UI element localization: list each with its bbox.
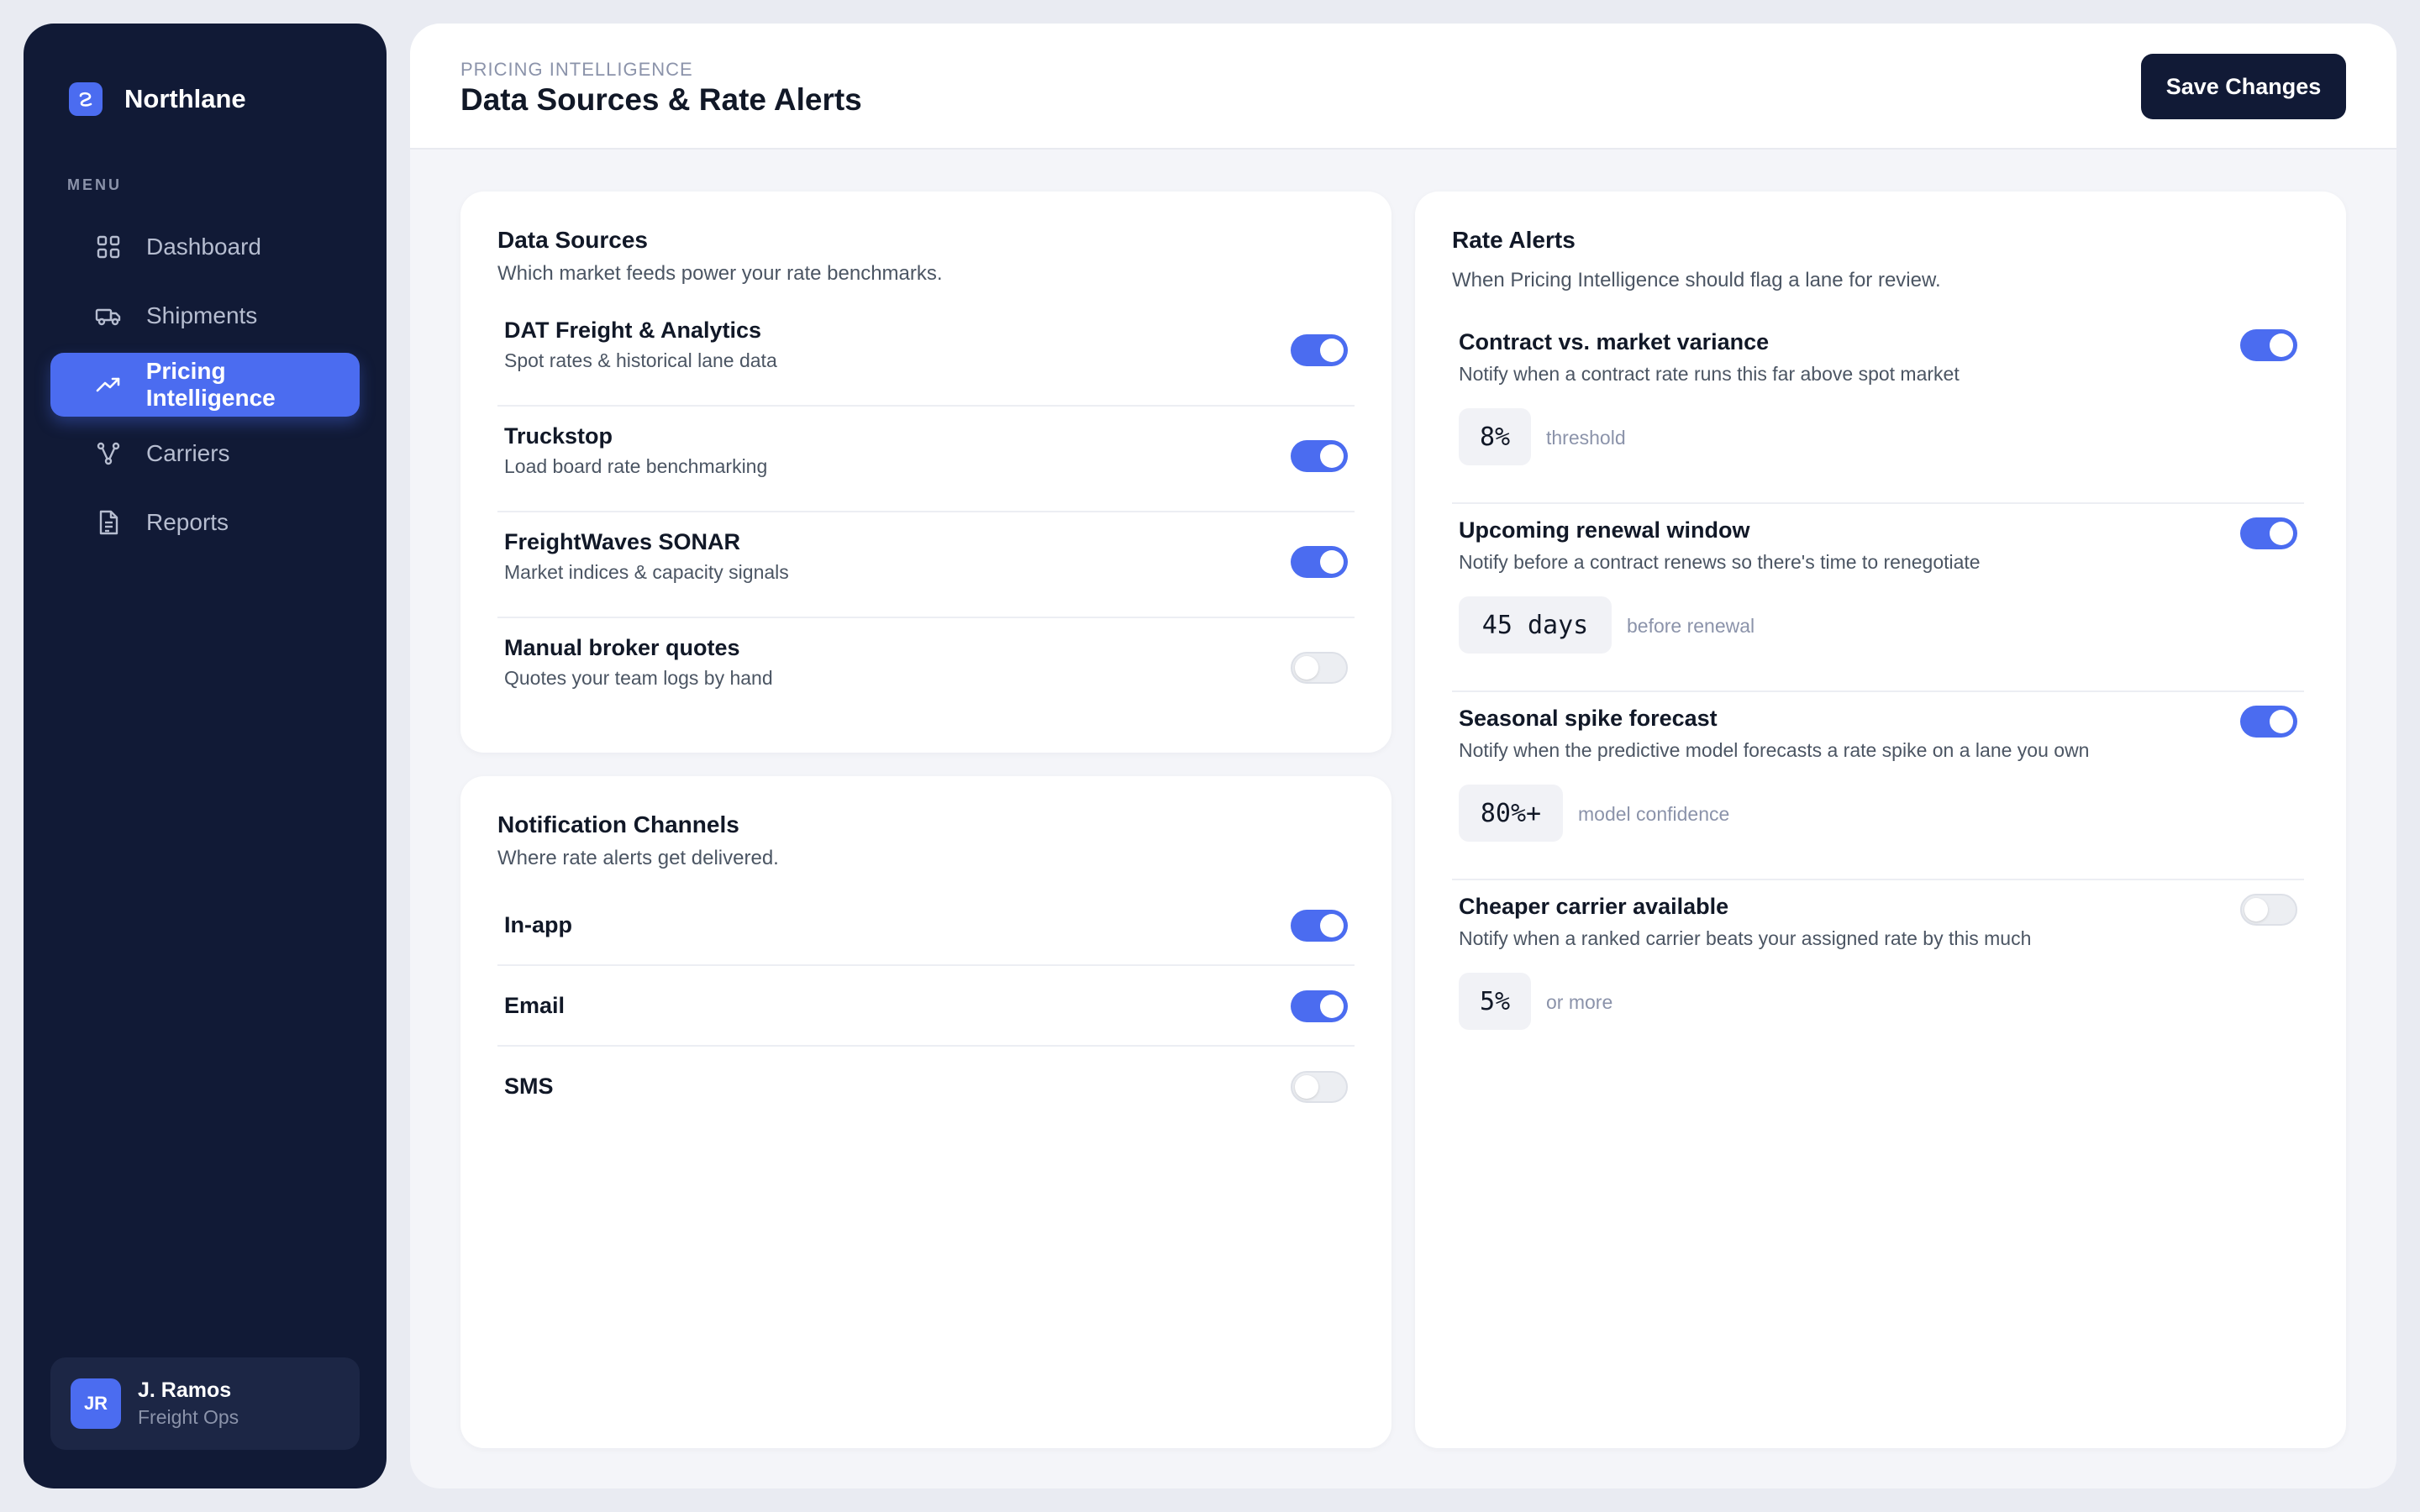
rate-alert-desc: Notify before a contract renews so there… [1459,551,1981,573]
sidebar-item-dashboard[interactable]: Dashboard [50,215,360,279]
channel-toggle[interactable] [1291,990,1348,1022]
savings-threshold-input[interactable]: 5% [1459,973,1531,1030]
rate-alerts-card: Rate Alerts When Pricing Intelligence sh… [1415,192,2346,1448]
user-name: J. Ramos [138,1378,232,1402]
card-subtitle: Where rate alerts get delivered. [497,847,779,869]
data-source-name: Truckstop [504,423,613,449]
truck-icon [94,302,123,330]
rate-alert-desc: Notify when the predictive model forecas… [1459,739,2090,761]
brand[interactable]: Northlane [69,82,246,116]
brand-name: Northlane [124,84,246,113]
threshold-suffix: threshold [1546,427,1626,449]
network-icon [94,439,123,468]
rate-alert-toggle[interactable] [2240,329,2297,361]
sidebar-item-label: Pricing Intelligence [145,358,276,411]
data-source-row: Manual broker quotes Quotes your team lo… [497,618,1355,724]
rate-alert-desc: Notify when a contract rate runs this fa… [1459,363,1960,385]
data-source-row: FreightWaves SONAR Market indices & capa… [497,512,1355,618]
data-source-desc: Load board rate benchmarking [504,455,768,477]
sidebar-item-label: Carriers [146,440,230,466]
rate-alert-name: Cheaper carrier available [1459,894,1729,919]
rate-alert-toggle[interactable] [2240,706,2297,738]
card-title: Notification Channels [497,811,739,837]
rate-alert-toggle[interactable] [2240,894,2297,926]
channel-row: SMS [497,1047,1355,1127]
sidebar-item-reports[interactable]: Reports [50,491,360,554]
avatar: JR [71,1378,121,1429]
notification-channels-card: Notification Channels Where rate alerts … [460,776,1392,1448]
page-title: Data Sources & Rate Alerts [460,82,862,117]
channel-row: Email [497,966,1355,1047]
rate-alert-name: Seasonal spike forecast [1459,706,1718,731]
rate-alert-row: Contract vs. market variance Notify when… [1452,316,2304,504]
user-role: Freight Ops [138,1406,239,1428]
sidebar-item-label: Dashboard [146,234,261,260]
channel-toggle[interactable] [1291,1071,1348,1103]
main-panel: PRICING INTELLIGENCE Data Sources & Rate… [410,24,2396,1488]
data-source-toggle[interactable] [1291,546,1348,578]
sidebar-item-label: Shipments [146,302,258,328]
sidebar-nav: Dashboard Shipments Pricing Intelligence [50,215,360,559]
data-source-desc: Market indices & capacity signals [504,561,789,583]
channel-name: Email [504,993,566,1018]
sidebar: Northlane MENU Dashboard Shipments Prici… [24,24,387,1488]
renewal-days-suffix: before renewal [1627,615,1755,637]
page-header: PRICING INTELLIGENCE Data Sources & Rate… [410,24,2396,150]
rate-alert-toggle[interactable] [2240,517,2297,549]
data-sources-card: Data Sources Which market feeds power yo… [460,192,1392,753]
savings-threshold-suffix: or more [1546,991,1613,1013]
channel-name: In-app [504,912,572,937]
rate-alert-name: Upcoming renewal window [1459,517,1750,543]
save-changes-button[interactable]: Save Changes [2141,54,2346,119]
grid-icon [94,233,123,261]
confidence-input[interactable]: 80%+ [1459,785,1563,842]
data-source-toggle[interactable] [1291,440,1348,472]
threshold-input[interactable]: 8% [1459,408,1531,465]
channel-toggle[interactable] [1291,910,1348,942]
data-source-name: Manual broker quotes [504,635,740,660]
trending-up-icon [94,370,123,399]
user-card[interactable]: JR J. Ramos Freight Ops [50,1357,360,1450]
card-title: Data Sources [497,227,648,253]
data-source-row: Truckstop Load board rate benchmarking [497,407,1355,512]
rate-alert-name: Contract vs. market variance [1459,329,1770,354]
data-source-desc: Spot rates & historical lane data [504,349,777,371]
data-source-row: DAT Freight & Analytics Spot rates & his… [497,301,1355,407]
rate-alert-desc: Notify when a ranked carrier beats your … [1459,927,2032,949]
data-source-desc: Quotes your team logs by hand [504,667,773,689]
channel-row: In-app [497,885,1355,966]
brand-logo-icon [69,82,103,116]
card-title: Rate Alerts [1452,227,1576,253]
sidebar-item-pricing-intelligence[interactable]: Pricing Intelligence [50,353,360,417]
card-subtitle: Which market feeds power your rate bench… [497,262,943,285]
rate-alert-row: Upcoming renewal window Notify before a … [1452,504,2304,692]
menu-label: MENU [67,176,122,193]
sidebar-item-label: Reports [146,509,229,535]
sidebar-item-shipments[interactable]: Shipments [50,284,360,348]
data-source-toggle[interactable] [1291,652,1348,684]
channel-name: SMS [504,1074,554,1099]
data-source-toggle[interactable] [1291,334,1348,366]
document-icon [94,508,123,537]
data-source-name: DAT Freight & Analytics [504,318,762,343]
rate-alert-row: Cheaper carrier available Notify when a … [1452,880,2304,1068]
sidebar-item-carriers[interactable]: Carriers [50,422,360,486]
rate-alert-row: Seasonal spike forecast Notify when the … [1452,692,2304,880]
card-subtitle: When Pricing Intelligence should flag a … [1452,269,1941,291]
confidence-suffix: model confidence [1578,803,1730,825]
renewal-days-input[interactable]: 45 days [1459,596,1612,654]
breadcrumb: PRICING INTELLIGENCE [460,59,693,80]
data-source-name: FreightWaves SONAR [504,529,741,554]
